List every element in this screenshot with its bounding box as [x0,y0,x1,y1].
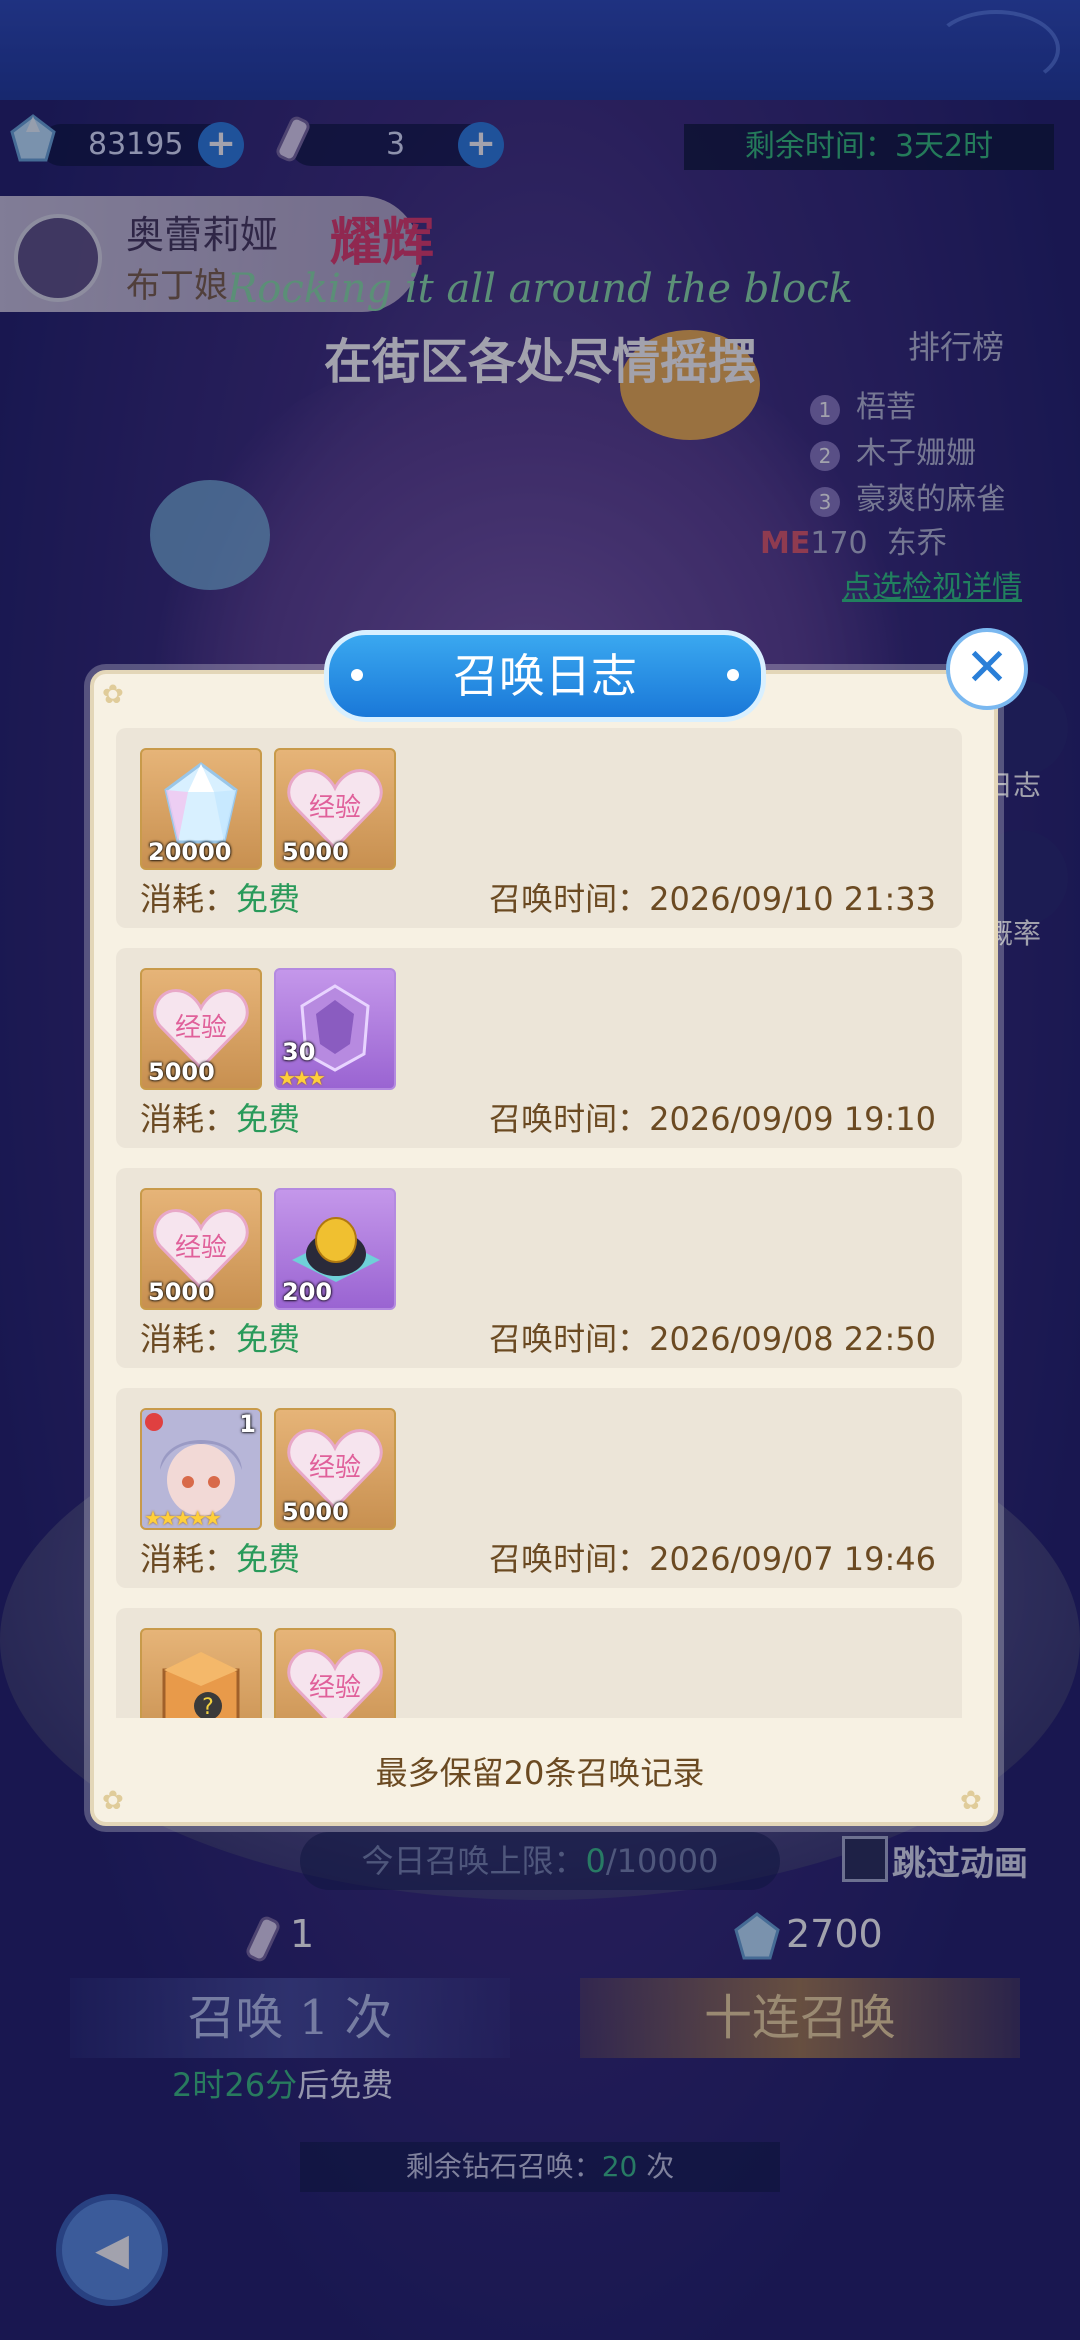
diamond-icon[interactable]: 20000 [140,748,262,870]
exp-heart-icon[interactable]: 经验 [274,1628,396,1718]
modal-title-text: 召唤日志 [453,649,637,703]
cost-label-prefix: 消耗： [140,1100,237,1138]
log-entry: 20000 经验 5000 消耗：免费 召唤时间：2026/09/10 21:3… [116,728,962,928]
svg-text:?: ? [202,1695,214,1718]
time-value: 2026/09/07 19:46 [649,1540,936,1578]
exp-heart-icon[interactable]: 经验 5000 [140,968,262,1090]
summon-time: 召唤时间：2026/09/09 19:10 [489,1094,936,1140]
log-entry: 经验 5000 200 消耗：免费 召唤时间：2026/09/08 22:50 [116,1168,962,1368]
cost-value: 免费 [236,880,301,918]
summon-log-list[interactable]: 20000 经验 5000 消耗：免费 召唤时间：2026/09/10 21:3… [116,728,962,1718]
cost-value: 免费 [236,1100,301,1138]
exp-text: 经验 [175,1013,227,1043]
exp-text: 经验 [309,1673,361,1703]
close-icon[interactable]: ✕ [946,628,1028,710]
cost-label-prefix: 消耗： [140,1540,237,1578]
item-quantity: 5000 [282,838,349,866]
time-label-prefix: 召唤时间： [489,880,650,918]
summon-time: 召唤时间：2026/09/10 21:33 [489,874,936,920]
cost-label: 消耗：免费 [140,1534,300,1580]
item-quantity: 200 [282,1278,333,1306]
corner-ornament-icon: ✿ [102,680,124,710]
exp-text: 经验 [309,793,361,823]
exp-heart-icon[interactable]: 经验 5000 [274,1408,396,1530]
time-label-prefix: 召唤时间： [489,1100,650,1138]
time-label-prefix: 召唤时间： [489,1320,650,1358]
item-quantity: 30 [282,1038,316,1066]
item-quantity: 5000 [148,1278,215,1306]
exp-text: 经验 [309,1453,361,1483]
log-retention-note: 最多保留20条召唤记录 [375,1754,705,1792]
time-value: 2026/09/08 22:50 [649,1320,936,1358]
item-quantity: 1 [239,1410,256,1438]
log-entry: ? 经验 [116,1608,962,1718]
exp-text: 经验 [175,1233,227,1263]
log-entry: 经验 5000 30 ★★★ 消耗：免费 召唤时间：2026/09/09 19:… [116,948,962,1148]
golden-egg-icon[interactable]: 200 [274,1188,396,1310]
title-dot-icon [351,669,363,681]
summon-time: 召唤时间：2026/09/08 22:50 [489,1314,936,1360]
cost-value: 免费 [236,1540,301,1578]
time-value: 2026/09/10 21:33 [649,880,936,918]
title-dot-icon [727,669,739,681]
exp-heart-icon[interactable]: 经验 5000 [140,1188,262,1310]
cost-label-prefix: 消耗： [140,1320,237,1358]
mystery-box-icon[interactable]: ? [140,1628,262,1718]
cost-label: 消耗：免费 [140,1314,300,1360]
item-stars: ★★★ [278,1066,326,1090]
time-label-prefix: 召唤时间： [489,1540,650,1578]
summon-time: 召唤时间：2026/09/07 19:46 [489,1534,936,1580]
character-portrait-icon[interactable]: 1 ★★★★★ [140,1408,262,1530]
purple-crystal-icon[interactable]: 30 ★★★ [274,968,396,1090]
log-entry: 1 ★★★★★ 经验 5000 消耗：免费 召唤时间：2026/09/07 19… [116,1388,962,1588]
cost-label: 消耗：免费 [140,874,300,920]
cost-label: 消耗：免费 [140,1094,300,1140]
exp-heart-icon[interactable]: 经验 5000 [274,748,396,870]
item-quantity: 5000 [282,1498,349,1526]
time-value: 2026/09/09 19:10 [649,1100,936,1138]
cost-value: 免费 [236,1320,301,1358]
item-quantity: 20000 [148,838,232,866]
item-quantity: 5000 [148,1058,215,1086]
modal-title: 召唤日志 [324,630,766,722]
item-stars: ★★★★★ [144,1506,222,1530]
cost-label-prefix: 消耗： [140,880,237,918]
